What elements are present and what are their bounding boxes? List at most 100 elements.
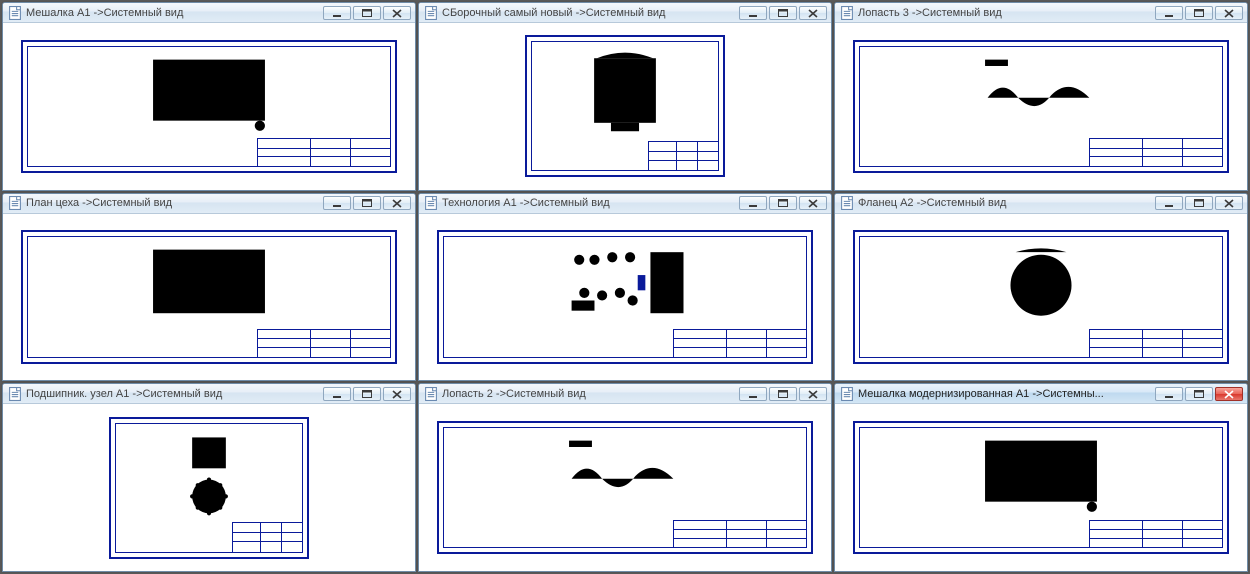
titlebar[interactable]: СБорочный самый новый ->Системный вид [419,3,831,23]
window-title: Мешалка А1 ->Системный вид [26,7,319,19]
drawing-sketch [865,242,1217,331]
minimize-button[interactable] [739,6,767,20]
window-content[interactable] [835,404,1247,571]
window-content[interactable] [3,404,415,571]
maximize-icon [359,388,375,400]
maximize-icon [1191,197,1207,209]
window-content[interactable] [3,23,415,190]
close-button[interactable] [799,387,827,401]
title-block [232,522,303,552]
window-controls [739,196,827,210]
close-button[interactable] [1215,196,1243,210]
close-button[interactable] [799,196,827,210]
titlebar[interactable]: Мешалка модернизированная А1 ->Системны.… [835,384,1247,404]
close-icon [389,388,405,400]
window-title: Лопасть 3 ->Системный вид [858,7,1151,19]
drawing-sketch [121,429,297,527]
window-content[interactable] [419,23,831,190]
window-content[interactable] [3,214,415,381]
title-block [257,329,391,357]
minimize-icon [745,388,761,400]
maximize-button[interactable] [353,387,381,401]
child-window[interactable]: Мешалка А1 ->Системный вид [2,2,416,191]
cad-drawing [109,417,309,559]
close-icon [1221,197,1237,209]
maximize-icon [775,7,791,19]
cad-drawing [437,421,813,554]
title-block [648,141,719,171]
close-icon [805,197,821,209]
close-button[interactable] [1215,6,1243,20]
mdi-container: Мешалка А1 ->Системный вид СБорочный самы… [0,0,1250,574]
drawing-sketch [537,47,713,145]
minimize-button[interactable] [739,387,767,401]
window-controls [739,6,827,20]
minimize-icon [329,197,345,209]
minimize-icon [745,7,761,19]
window-content[interactable] [419,404,831,571]
child-window[interactable]: Лопасть 2 ->Системный вид [418,383,832,572]
window-content[interactable] [835,214,1247,381]
titlebar[interactable]: Лопасть 3 ->Системный вид [835,3,1247,23]
close-button[interactable] [383,196,411,210]
document-icon [9,6,21,20]
drawing-sketch [865,52,1217,141]
minimize-button[interactable] [323,387,351,401]
child-window[interactable]: Мешалка модернизированная А1 ->Системны.… [834,383,1248,572]
window-content[interactable] [419,214,831,381]
cad-drawing [437,230,813,363]
document-icon [841,387,853,401]
minimize-button[interactable] [1155,196,1183,210]
close-button[interactable] [1215,387,1243,401]
cad-drawing [21,40,397,173]
maximize-button[interactable] [769,6,797,20]
drawing-sketch [865,433,1217,522]
document-icon [9,196,21,210]
child-window[interactable]: СБорочный самый новый ->Системный вид [418,2,832,191]
maximize-icon [775,197,791,209]
window-controls [1155,6,1243,20]
window-title: План цеха ->Системный вид [26,197,319,209]
maximize-button[interactable] [769,387,797,401]
minimize-button[interactable] [739,196,767,210]
minimize-button[interactable] [1155,387,1183,401]
cad-drawing [853,40,1229,173]
window-controls [739,387,827,401]
close-button[interactable] [799,6,827,20]
window-title: Лопасть 2 ->Системный вид [442,388,735,400]
titlebar[interactable]: Мешалка А1 ->Системный вид [3,3,415,23]
drawing-sketch [33,242,385,331]
minimize-icon [1161,197,1177,209]
minimize-button[interactable] [1155,6,1183,20]
child-window[interactable]: Подшипник. узел А1 ->Системный вид [2,383,416,572]
window-title: СБорочный самый новый ->Системный вид [442,7,735,19]
minimize-button[interactable] [323,196,351,210]
maximize-button[interactable] [1185,387,1213,401]
title-block [257,138,391,166]
maximize-button[interactable] [353,196,381,210]
titlebar[interactable]: Лопасть 2 ->Системный вид [419,384,831,404]
titlebar[interactable]: Подшипник. узел А1 ->Системный вид [3,384,415,404]
child-window[interactable]: План цеха ->Системный вид [2,193,416,382]
maximize-button[interactable] [769,196,797,210]
minimize-icon [329,7,345,19]
child-window[interactable]: Фланец А2 ->Системный вид [834,193,1248,382]
titlebar[interactable]: План цеха ->Системный вид [3,194,415,214]
maximize-button[interactable] [1185,196,1213,210]
window-content[interactable] [835,23,1247,190]
close-button[interactable] [383,6,411,20]
close-icon [805,388,821,400]
child-window[interactable]: Лопасть 3 ->Системный вид [834,2,1248,191]
document-icon [425,387,437,401]
document-icon [841,196,853,210]
titlebar[interactable]: Фланец А2 ->Системный вид [835,194,1247,214]
window-controls [323,387,411,401]
close-button[interactable] [383,387,411,401]
maximize-button[interactable] [353,6,381,20]
child-window[interactable]: Технология А1 ->Системный вид [418,193,832,382]
titlebar[interactable]: Технология А1 ->Системный вид [419,194,831,214]
document-icon [841,6,853,20]
minimize-button[interactable] [323,6,351,20]
maximize-button[interactable] [1185,6,1213,20]
window-title: Мешалка модернизированная А1 ->Системны.… [858,388,1151,400]
